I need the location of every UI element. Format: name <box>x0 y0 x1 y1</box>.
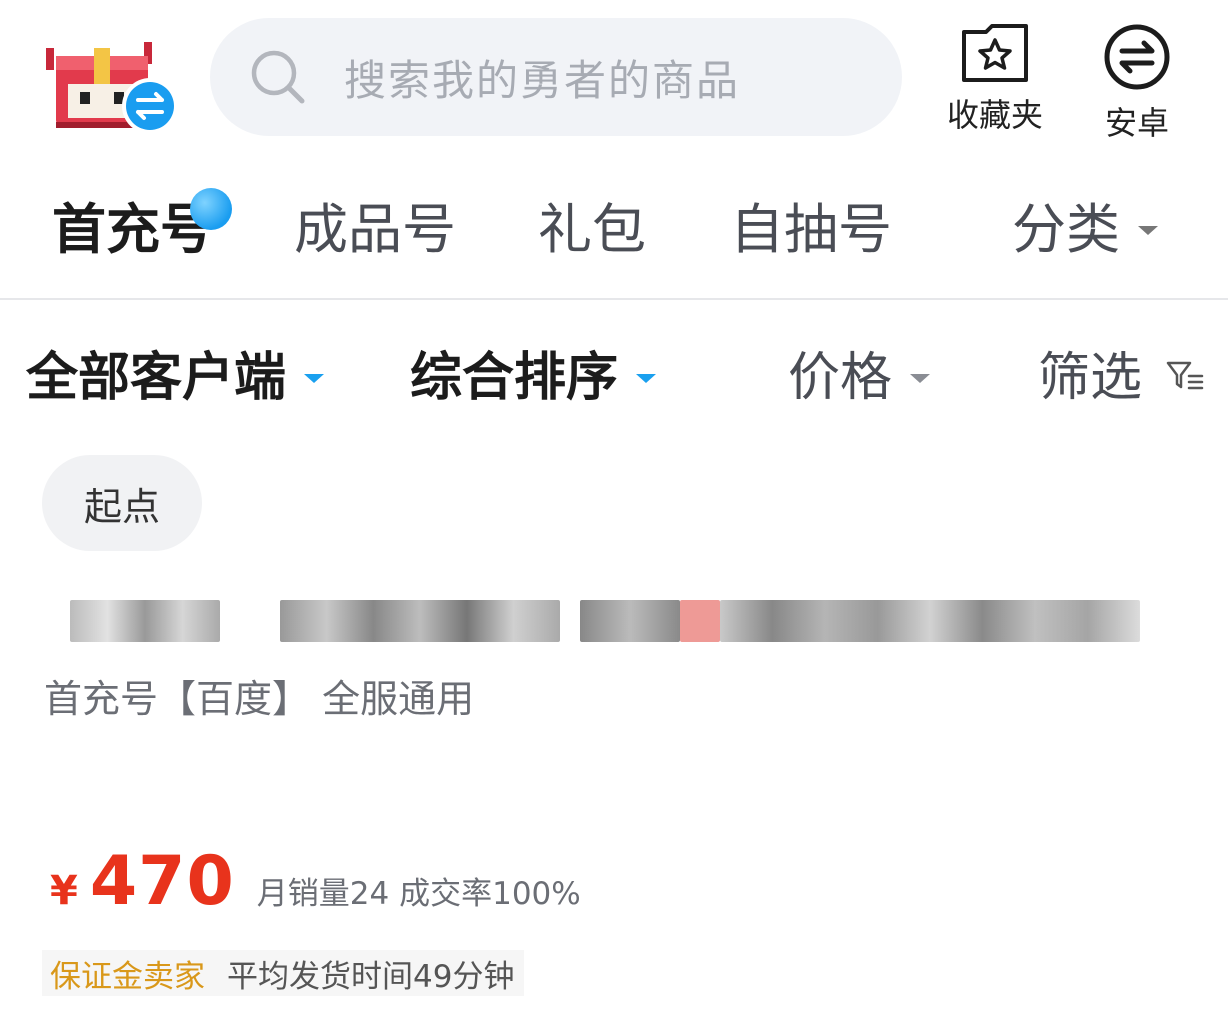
tab-label: 自抽号 <box>730 198 892 261</box>
listing-subtitle: 首充号【百度】 全服通用 <box>44 677 475 721</box>
seller-info: 保证金卖家 平均发货时间49分钟 <box>42 950 525 996</box>
app-logo-icon <box>46 42 178 134</box>
filter-icon <box>1166 361 1203 390</box>
divider <box>0 298 1228 300</box>
tab-category-dropdown[interactable]: 分类 <box>1012 180 1158 280</box>
client-filter-label: 全部客户端 <box>26 348 287 408</box>
platform-label: 安卓 <box>1104 104 1169 142</box>
chevron-down-icon <box>636 373 657 383</box>
app-logo[interactable] <box>44 38 184 138</box>
chevron-down-icon <box>304 373 325 383</box>
tab-label: 礼包 <box>538 198 646 261</box>
price-currency: ¥ <box>50 868 78 914</box>
favorites-star-icon <box>962 24 1028 82</box>
shipping-time: 平均发货时间49分钟 <box>227 958 515 995</box>
price-value: 470 <box>89 842 235 921</box>
price-sort-dropdown[interactable]: 价格 <box>788 340 931 416</box>
tab-label: 分类 <box>1012 198 1120 261</box>
android-swap-icon <box>1104 24 1170 90</box>
tab-label: 成品号 <box>294 198 456 261</box>
filter-button[interactable]: 筛选 <box>1038 340 1205 416</box>
search-icon <box>251 50 305 104</box>
favorites-button[interactable]: 收藏夹 <box>940 22 1050 136</box>
search-placeholder: 搜索我的勇者的商品 <box>344 55 741 105</box>
tab-first-recharge[interactable]: 首充号 <box>52 180 214 280</box>
seller-badge: 保证金卖家 <box>50 958 205 995</box>
platform-switch-button[interactable]: 安卓 <box>1092 22 1182 144</box>
category-tabs: 首充号 成品号 礼包 自抽号 分类 <box>0 180 1228 280</box>
tab-self-draw[interactable]: 自抽号 <box>730 180 892 280</box>
chevron-down-icon <box>910 373 931 383</box>
sort-dropdown[interactable]: 综合排序 <box>410 340 657 416</box>
chevron-down-icon <box>1138 225 1158 235</box>
tab-finished-accounts[interactable]: 成品号 <box>294 180 456 280</box>
sort-label: 综合排序 <box>410 348 619 408</box>
search-bar[interactable]: 搜索我的勇者的商品 <box>210 18 902 136</box>
notification-dot <box>190 188 232 230</box>
client-filter-dropdown[interactable]: 全部客户端 <box>26 340 325 416</box>
listing-title-redacted[interactable] <box>70 598 1140 644</box>
filter-chip[interactable]: 起点 <box>42 455 202 551</box>
swap-icon <box>126 82 174 130</box>
filter-chip-label: 起点 <box>83 484 160 529</box>
filter-label: 筛选 <box>1038 348 1143 408</box>
favorites-label: 收藏夹 <box>946 96 1043 134</box>
price-sort-label: 价格 <box>788 348 893 408</box>
price-row: ¥ 470 月销量24 成交率100% <box>50 842 581 922</box>
sales-stats: 月销量24 成交率100% <box>256 876 581 912</box>
tab-gift-pack[interactable]: 礼包 <box>538 180 646 280</box>
